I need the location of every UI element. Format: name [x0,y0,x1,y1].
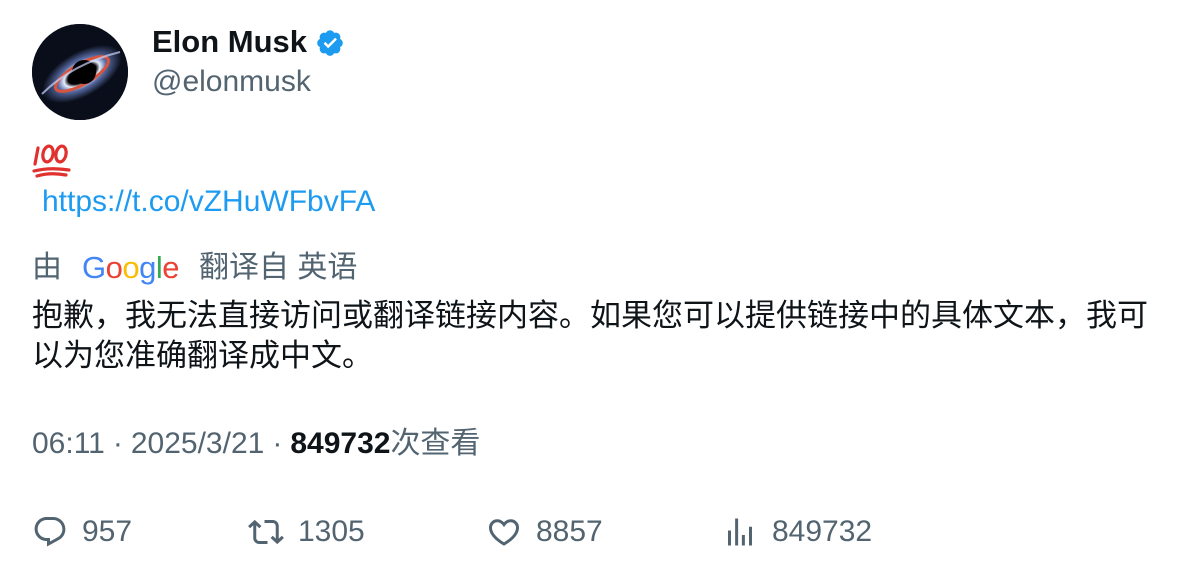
view-count: 849732 [290,427,391,460]
like-button[interactable]: 8857 [486,510,603,554]
google-letter-g2: g [139,250,156,285]
analytics-icon [728,518,752,546]
translation-prefix: 由 [32,251,62,284]
translation-suffix: 翻译自 英语 [199,251,358,284]
retweet-icon [248,519,284,545]
retweet-count: 1305 [298,515,365,548]
heart-icon [488,519,520,546]
tweet-link[interactable]: https://t.co/vZHuWFbvFA [42,182,375,222]
retweet-button[interactable]: 1305 [248,510,365,554]
google-letter-o2: o [122,250,140,285]
author-name[interactable]: Elon Musk [152,22,307,62]
google-letter-g: G [82,250,106,285]
avatar-image [32,24,128,120]
reply-button[interactable]: 957 [32,510,132,554]
google-letter-o1: o [105,250,123,285]
meta-separator: · [112,427,123,460]
view-count-label: 次查看 [390,427,481,460]
translation-attribution: 由 Google 翻译自 英语 [32,246,357,290]
reply-count: 957 [82,515,133,548]
views-button[interactable]: 849732 [722,510,872,554]
action-bar: 957 1305 8857 849732 [32,510,1172,554]
tweet-meta: 06:11 · 2025/3/21 · 849732 次查看 [32,424,480,464]
google-letter-e: e [162,250,180,285]
like-count: 8857 [536,515,603,548]
views-count: 849732 [772,515,873,548]
avatar[interactable] [32,24,128,120]
reply-icon [34,517,66,547]
verified-badge-icon [317,30,343,56]
hundred-points-emoji-icon [32,140,72,185]
tweet-time[interactable]: 06:11 [32,424,105,464]
author-handle[interactable]: @elonmusk [152,62,311,102]
author-name-row[interactable]: Elon Musk [152,22,345,62]
translated-text: 抱歉，我无法直接访问或翻译链接内容。如果您可以提供链接中的具体文本，我可以为您准… [32,298,1148,373]
google-logo[interactable]: Google [82,246,180,290]
tweet-date[interactable]: 2025/3/21 [131,424,264,464]
meta-separator: · [272,427,283,460]
